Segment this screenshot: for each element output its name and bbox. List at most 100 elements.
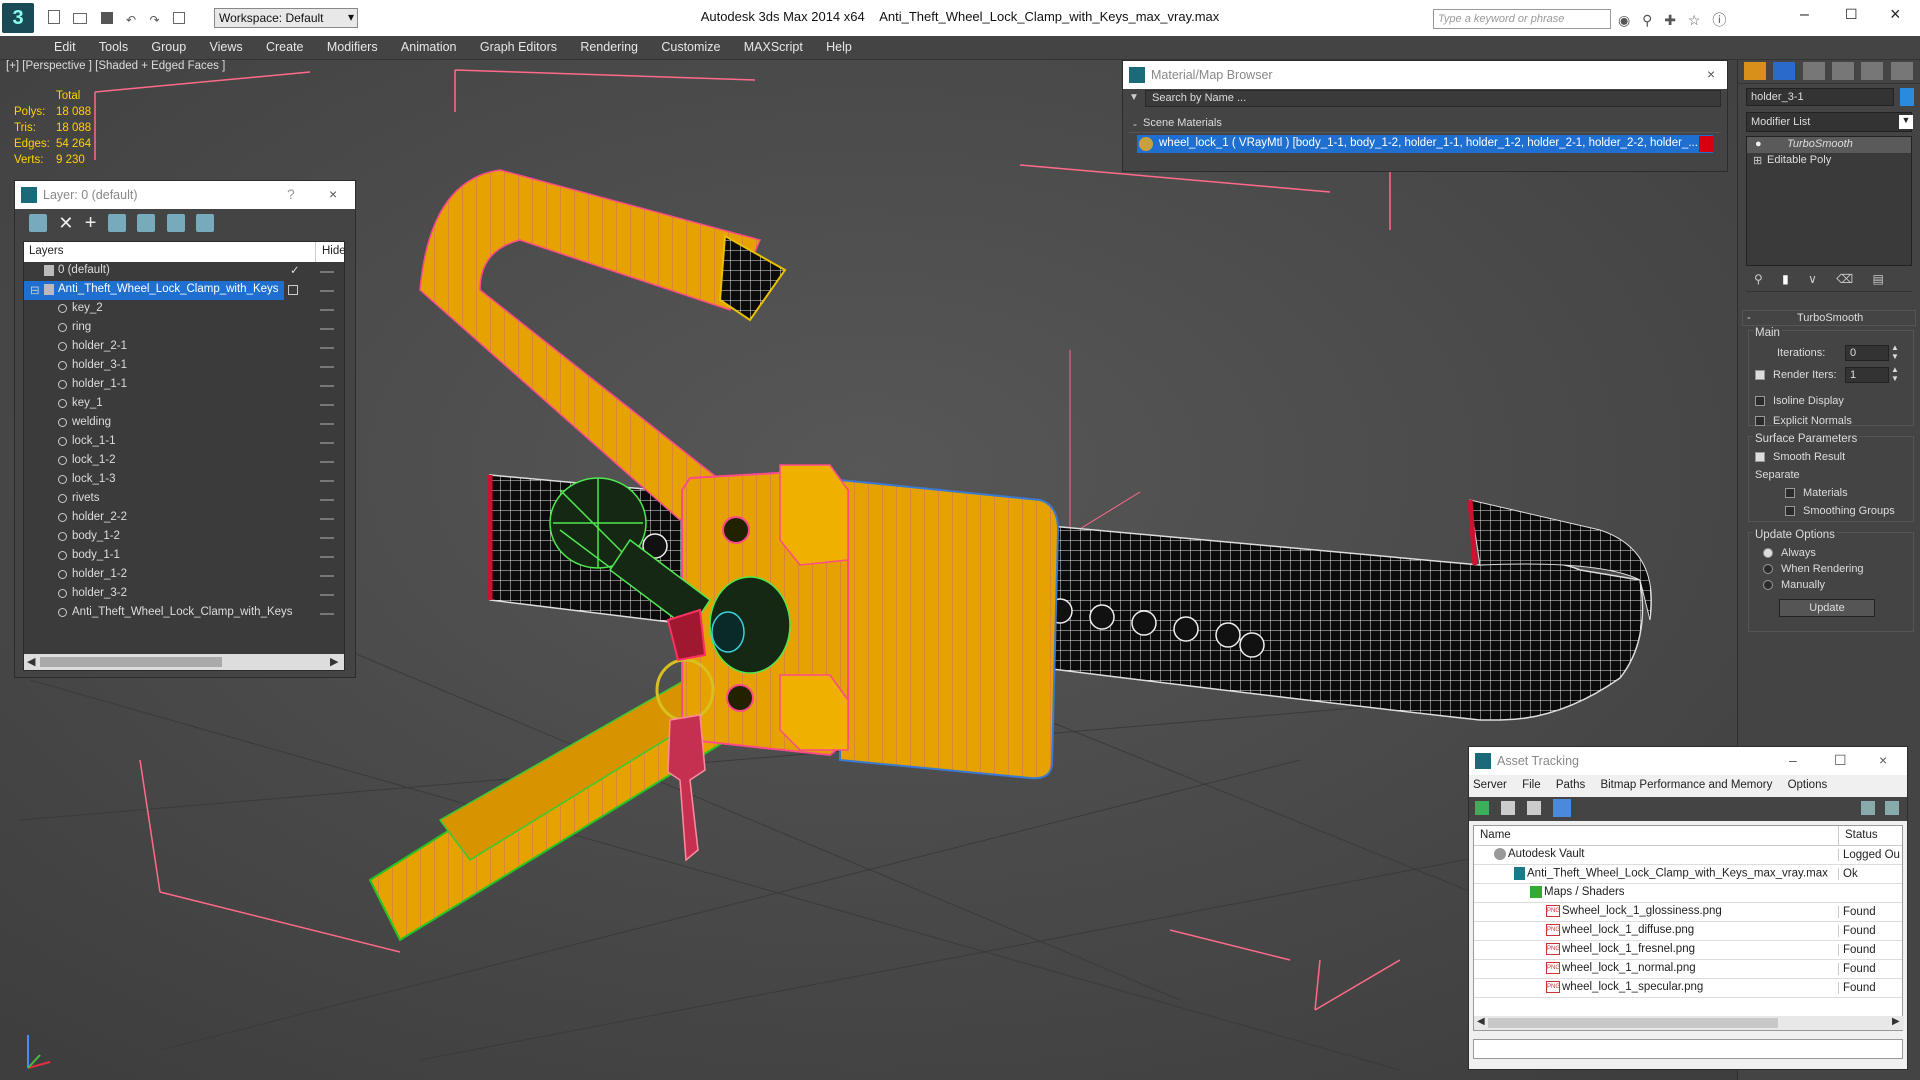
scroll-thumb[interactable] bbox=[40, 657, 222, 667]
horizontal-scrollbar[interactable]: ◀ ▶ bbox=[24, 654, 344, 670]
asset-row[interactable]: Autodesk Vault Logged Ou bbox=[1474, 846, 1902, 865]
col-hide[interactable]: Hide bbox=[315, 242, 346, 262]
horizontal-scrollbar[interactable]: ◀ ▶ bbox=[1474, 1016, 1904, 1030]
hide-toggle[interactable] bbox=[320, 309, 334, 311]
hide-toggle[interactable] bbox=[320, 461, 334, 463]
hide-toggle[interactable] bbox=[320, 290, 334, 292]
asset-row[interactable]: PNG wheel_lock_1_specular.png Found bbox=[1474, 979, 1902, 998]
col-name[interactable]: Name bbox=[1480, 829, 1511, 841]
binoculars-icon[interactable]: ◉ bbox=[1618, 12, 1630, 28]
scroll-left-icon[interactable]: ◀ bbox=[1477, 1016, 1485, 1027]
scroll-right-icon[interactable]: ▶ bbox=[1892, 1016, 1900, 1027]
help-icon[interactable]: ? bbox=[287, 186, 295, 202]
layer-object-row[interactable]: key_2 bbox=[24, 300, 344, 319]
hide-toggle[interactable] bbox=[320, 423, 334, 425]
hide-toggle[interactable] bbox=[320, 328, 334, 330]
menu-create[interactable]: Create bbox=[256, 36, 314, 54]
back-plate-mesh[interactable] bbox=[839, 478, 1060, 780]
show-end-result-icon[interactable]: ▮ bbox=[1782, 272, 1789, 286]
object-name-field[interactable] bbox=[1746, 88, 1894, 106]
menu-views[interactable]: Views bbox=[200, 36, 253, 54]
layer-object-row[interactable]: holder_1-2 bbox=[24, 566, 344, 585]
col-status[interactable]: Status bbox=[1838, 826, 1878, 846]
search-options-icon[interactable]: ▼ bbox=[1129, 92, 1139, 103]
expand-icon[interactable]: ⊞ bbox=[1753, 154, 1762, 167]
hide-toggle[interactable] bbox=[320, 613, 334, 615]
manually-radio[interactable] bbox=[1763, 579, 1778, 591]
layer-object-row[interactable]: body_1-2 bbox=[24, 528, 344, 547]
layer-object-row[interactable]: holder_3-1 bbox=[24, 357, 344, 376]
smoothing-groups-checkbox[interactable] bbox=[1785, 505, 1800, 517]
bulb-icon[interactable]: ● bbox=[1755, 138, 1762, 150]
tree-view-icon[interactable] bbox=[1527, 801, 1541, 815]
asset-path-field[interactable] bbox=[1473, 1039, 1903, 1059]
turbosmooth-rollout-header[interactable]: - TurboSmooth bbox=[1742, 310, 1916, 326]
materials-checkbox[interactable] bbox=[1785, 487, 1800, 499]
scroll-left-icon[interactable]: ◀ bbox=[27, 655, 35, 668]
star-icon[interactable]: ☆ bbox=[1688, 12, 1701, 28]
asset-row[interactable]: Maps / Shaders bbox=[1474, 884, 1902, 903]
smooth-result-checkbox[interactable] bbox=[1755, 451, 1770, 463]
close-icon[interactable]: × bbox=[1890, 4, 1901, 25]
close-icon[interactable]: × bbox=[1879, 752, 1887, 768]
freeze-all-icon[interactable] bbox=[195, 214, 214, 232]
collapse-icon[interactable]: ⊟ bbox=[30, 283, 40, 297]
layer-object-row[interactable]: rivets bbox=[24, 490, 344, 509]
layer-object-row[interactable]: holder_1-1 bbox=[24, 376, 344, 395]
highlight-layer-icon[interactable] bbox=[137, 214, 156, 232]
layer-object-row[interactable]: lock_1-1 bbox=[24, 433, 344, 452]
remove-modifier-icon[interactable]: ⌫ bbox=[1836, 272, 1853, 286]
layer-object-row[interactable]: ring bbox=[24, 319, 344, 338]
exchange-icon[interactable]: ✚ bbox=[1664, 12, 1676, 28]
material-search-input[interactable]: Search by Name ... bbox=[1145, 90, 1721, 107]
pin-stack-icon[interactable]: ⚲ bbox=[1754, 272, 1763, 286]
stack-item-editable-poly[interactable]: ⊞ Editable Poly bbox=[1747, 153, 1911, 169]
menu-graph-editors[interactable]: Graph Editors bbox=[470, 36, 567, 54]
layer-object-row[interactable]: welding bbox=[24, 414, 344, 433]
hide-toggle[interactable] bbox=[320, 366, 334, 368]
asset-row[interactable]: PNG wheel_lock_1_normal.png Found bbox=[1474, 960, 1902, 979]
modify-tab-icon[interactable] bbox=[1773, 62, 1796, 80]
asset-row[interactable]: Anti_Theft_Wheel_Lock_Clamp_with_Keys_ma… bbox=[1474, 865, 1902, 884]
current-layer-box[interactable] bbox=[288, 285, 298, 295]
col-layers[interactable]: Layers bbox=[29, 245, 64, 257]
utilities-tab-icon[interactable] bbox=[1890, 62, 1913, 80]
close-icon[interactable]: × bbox=[329, 186, 337, 202]
render-iters-checkbox[interactable] bbox=[1755, 369, 1770, 381]
minimize-icon[interactable]: – bbox=[1789, 752, 1797, 768]
select-in-layer-icon[interactable] bbox=[107, 214, 126, 232]
display-tab-icon[interactable] bbox=[1861, 62, 1884, 80]
create-tab-icon[interactable] bbox=[1744, 62, 1766, 80]
hide-toggle[interactable] bbox=[320, 518, 334, 520]
configure-sets-icon[interactable]: ▤ bbox=[1873, 272, 1884, 286]
stack-item-turbosmooth[interactable]: ● TurboSmooth bbox=[1747, 137, 1911, 153]
menu-rendering[interactable]: Rendering bbox=[570, 36, 648, 54]
menu-tools[interactable]: Tools bbox=[89, 36, 138, 54]
layer-object-row[interactable]: holder_2-1 bbox=[24, 338, 344, 357]
close-icon[interactable]: × bbox=[1707, 66, 1715, 82]
menu-animation[interactable]: Animation bbox=[391, 36, 467, 54]
hide-toggle[interactable] bbox=[320, 480, 334, 482]
layer-object-row[interactable]: holder_2-2 bbox=[24, 509, 344, 528]
delete-layer-icon[interactable]: ✕ bbox=[58, 213, 73, 234]
menu-help[interactable]: Help bbox=[816, 36, 862, 54]
maximize-icon[interactable]: ☐ bbox=[1834, 752, 1847, 769]
hide-toggle[interactable] bbox=[320, 537, 334, 539]
add-to-layer-icon[interactable]: + bbox=[85, 212, 97, 235]
hide-toggle[interactable] bbox=[320, 594, 334, 596]
menu-modifiers[interactable]: Modifiers bbox=[317, 36, 388, 54]
layer-object-row[interactable]: body_1-1 bbox=[24, 547, 344, 566]
make-unique-icon[interactable]: ∨ bbox=[1808, 272, 1817, 286]
when-rendering-radio[interactable] bbox=[1763, 563, 1778, 575]
hide-toggle[interactable] bbox=[320, 499, 334, 501]
menu-maxscript[interactable]: MAXScript bbox=[734, 36, 813, 54]
search-box[interactable]: Type a keyword or phrase bbox=[1433, 9, 1611, 29]
layer-panel-titlebar[interactable]: Layer: 0 (default) ? × bbox=[15, 181, 355, 209]
isoline-checkbox[interactable] bbox=[1755, 395, 1770, 407]
scroll-right-icon[interactable]: ▶ bbox=[330, 655, 338, 668]
menu-group[interactable]: Group bbox=[141, 36, 196, 54]
table-view-icon[interactable] bbox=[1553, 799, 1571, 817]
hide-toggle[interactable] bbox=[320, 556, 334, 558]
help-icon[interactable]: ⓘ bbox=[1712, 12, 1726, 28]
hide-toggle[interactable] bbox=[320, 404, 334, 406]
